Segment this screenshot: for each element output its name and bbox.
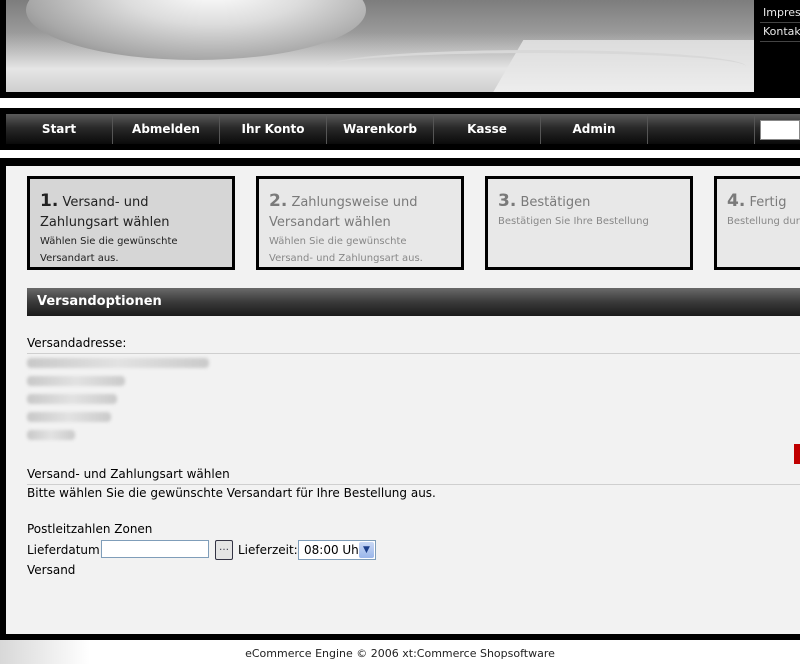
- step-3-title: 3. Bestätigen: [498, 191, 591, 211]
- edit-address-button[interactable]: [794, 444, 800, 464]
- step-2-title: 2. Zahlungsweise und Versandart wählen: [269, 191, 418, 230]
- nav-item-admin[interactable]: Admin: [541, 114, 648, 144]
- step-2: 2. Zahlungsweise und Versandart wählen W…: [256, 176, 464, 270]
- zones-label: Postleitzahlen Zonen: [27, 522, 153, 536]
- address-label: Versandadresse:: [27, 336, 127, 350]
- step-4-title: 4. Fertig: [727, 191, 787, 211]
- footer: eCommerce Engine © 2006 xt:Commerce Shop…: [0, 640, 800, 664]
- step-1: 1. Versand- und Zahlungsart wählen Wähle…: [27, 176, 235, 270]
- footer-brand-link[interactable]: xt:Commerce Shopsoftware: [402, 647, 555, 660]
- step-1-desc: Wählen Sie die gewünschte Versandart aus…: [40, 236, 178, 264]
- versand-label: Versand: [27, 563, 76, 577]
- address-line-2: [27, 376, 125, 386]
- address-divider: [27, 353, 800, 354]
- address-line-1: [27, 358, 209, 368]
- main-nav: Start Abmelden Ihr Konto Warenkorb Kasse…: [0, 108, 800, 150]
- checkout-content: 1. Versand- und Zahlungsart wählen Wähle…: [6, 166, 800, 634]
- nav-item-abmelden[interactable]: Abmelden: [113, 114, 220, 144]
- delivery-time-value: 08:00 Uh: [304, 543, 359, 557]
- nav-item-start[interactable]: Start: [6, 114, 113, 144]
- nav-item-warenkorb[interactable]: Warenkorb: [327, 114, 434, 144]
- nav-bar: Start Abmelden Ihr Konto Warenkorb Kasse…: [6, 114, 800, 144]
- delivery-date-input[interactable]: [101, 540, 209, 558]
- step-4-desc: Bestellung durc: [727, 216, 800, 227]
- step-2-desc: Wählen Sie die gewünschte Versand- und Z…: [269, 236, 423, 264]
- content-frame: 1. Versand- und Zahlungsart wählen Wähle…: [0, 158, 800, 640]
- date-label: Lieferdatum:: [27, 543, 104, 557]
- top-links: Impres Kontak: [760, 4, 800, 42]
- search-input[interactable]: [760, 120, 800, 140]
- calendar-icon: …: [219, 542, 229, 553]
- mouse-cable-graphic: [326, 50, 746, 83]
- footer-text: eCommerce Engine © 2006: [245, 647, 403, 660]
- address-line-3: [27, 394, 117, 404]
- calendar-button[interactable]: …: [215, 540, 233, 560]
- step-4: 4. Fertig Bestellung durc: [714, 176, 800, 270]
- nav-item-kasse[interactable]: Kasse: [434, 114, 541, 144]
- delivery-time-select[interactable]: 08:00 Uh ▼: [298, 540, 376, 560]
- nav-item-empty: [648, 114, 755, 144]
- top-link-kontakt[interactable]: Kontak: [760, 23, 800, 42]
- shipping-heading: Versand- und Zahlungsart wählen: [27, 467, 230, 481]
- header-banner: Impres Kontak: [0, 0, 800, 98]
- address-line-5: [27, 430, 75, 440]
- step-1-title: 1. Versand- und Zahlungsart wählen: [40, 191, 170, 230]
- step-3-desc: Bestätigen Sie Ihre Bestellung: [498, 216, 649, 227]
- step-3: 3. Bestätigen Bestätigen Sie Ihre Bestel…: [485, 176, 693, 270]
- shipping-hint: Bitte wählen Sie die gewünschte Versanda…: [27, 486, 436, 500]
- address-line-4: [27, 412, 111, 422]
- section-header-versandoptionen: Versandoptionen: [27, 288, 800, 316]
- nav-item-ihr-konto[interactable]: Ihr Konto: [220, 114, 327, 144]
- top-link-impressum[interactable]: Impres: [760, 4, 800, 23]
- time-label: Lieferzeit:: [238, 543, 298, 557]
- banner-image: [6, 0, 754, 92]
- computer-mouse-graphic: [26, 0, 366, 60]
- shipping-divider: [27, 484, 800, 485]
- chevron-down-icon: ▼: [359, 542, 374, 558]
